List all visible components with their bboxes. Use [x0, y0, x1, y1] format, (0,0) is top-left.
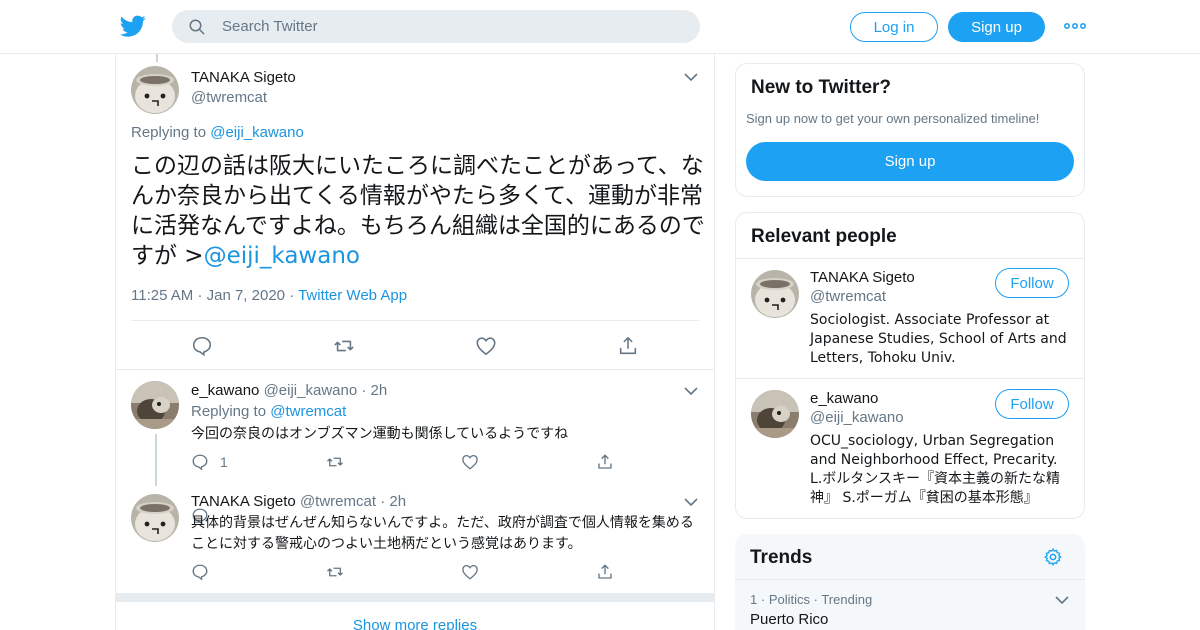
- author-name[interactable]: TANAKA Sigeto: [191, 493, 296, 510]
- avatar[interactable]: [751, 390, 799, 438]
- tweet-date[interactable]: Jan 7, 2020: [207, 287, 285, 304]
- twitter-bird-logo-icon[interactable]: [120, 13, 146, 39]
- meta-separator: ·: [361, 382, 367, 399]
- like-icon[interactable]: [461, 563, 479, 581]
- new-to-twitter-card: New to Twitter? Sign up now to get your …: [735, 63, 1085, 197]
- search-icon: [189, 19, 205, 35]
- chevron-down-icon[interactable]: [684, 386, 698, 396]
- trend-category: Politics: [768, 592, 810, 607]
- signup-button[interactable]: Sign up: [746, 142, 1074, 181]
- replying-to-line: Replying to @twremcat: [191, 403, 346, 420]
- reply-author-line: e_kawano @eiji_kawano · 2h: [191, 382, 387, 399]
- retweet-icon[interactable]: [326, 563, 344, 581]
- show-more-replies-link[interactable]: Show more replies: [116, 617, 714, 630]
- person-bio: OCU_sociology, Urban Segregation and Nei…: [810, 433, 1060, 506]
- avatar[interactable]: [131, 494, 179, 542]
- divider: [131, 320, 699, 321]
- meta-separator: ·: [289, 287, 299, 304]
- avatar[interactable]: [131, 381, 179, 429]
- trend-label: Trending: [821, 592, 873, 607]
- tweet-source[interactable]: Twitter Web App: [298, 287, 407, 304]
- replying-to-link[interactable]: @eiji_kawano: [210, 124, 304, 141]
- person-handle[interactable]: @twremcat: [810, 288, 886, 305]
- tweet-text: 具体的背景はぜんぜん知らないんですよ。ただ、政府が調査で個人情報を集めることに対…: [191, 515, 694, 552]
- like-icon[interactable]: [475, 335, 497, 357]
- tweet-text: この辺の話は阪大にいたころに調べたことがあって、なんか奈良から出てくる情報がやた…: [131, 151, 706, 271]
- person-name[interactable]: TANAKA Sigeto: [810, 269, 915, 286]
- trend-item[interactable]: 1 · Politics · Trending Puerto Rico: [735, 580, 1085, 630]
- card-title: Relevant people: [751, 226, 897, 247]
- chevron-down-icon[interactable]: [1055, 595, 1069, 605]
- trend-name[interactable]: Puerto Rico: [750, 611, 828, 628]
- reply-icon[interactable]: [191, 563, 209, 581]
- section-divider: [116, 593, 714, 602]
- tweet-timestamp: 11:25 AM · Jan 7, 2020 · Twitter Web App: [131, 287, 407, 304]
- divider: [736, 378, 1084, 379]
- avatar[interactable]: [131, 66, 179, 114]
- meta-separator: ·: [760, 592, 769, 607]
- retweet-icon[interactable]: [326, 453, 344, 471]
- top-navigation-bar: Log in Sign up: [0, 0, 1200, 54]
- trends-card: Trends 1 · Politics · Trending Puerto Ri…: [735, 534, 1085, 630]
- replying-to-label: Replying to: [131, 124, 207, 141]
- chevron-down-icon[interactable]: [684, 497, 698, 507]
- person-name[interactable]: e_kawano: [810, 390, 878, 407]
- author-name[interactable]: TANAKA Sigeto: [191, 69, 296, 86]
- card-title: New to Twitter?: [751, 77, 892, 98]
- tweet-text: 今回の奈良のはオンブズマン運動も関係しているようですね: [191, 426, 569, 442]
- person-handle[interactable]: @eiji_kawano: [810, 409, 904, 426]
- tweet-mention-link[interactable]: @eiji_kawano: [204, 243, 360, 269]
- trend-meta: 1 · Politics · Trending: [750, 592, 872, 607]
- tweet-age[interactable]: 2h: [389, 493, 406, 510]
- avatar[interactable]: [751, 270, 799, 318]
- share-icon[interactable]: [617, 335, 639, 357]
- search-input[interactable]: [222, 10, 682, 43]
- replying-to-line: Replying to @eiji_kawano: [131, 124, 304, 141]
- thread-connector-line: [155, 434, 157, 486]
- meta-separator: ·: [380, 493, 386, 510]
- card-subtitle: Sign up now to get your own personalized…: [746, 111, 1040, 126]
- trend-rank: 1: [750, 592, 758, 607]
- login-button[interactable]: Log in: [850, 12, 938, 42]
- reply-icon[interactable]: [191, 453, 209, 471]
- search-bar[interactable]: [172, 10, 700, 43]
- meta-separator: ·: [197, 287, 207, 304]
- share-icon[interactable]: [596, 453, 614, 471]
- relevant-people-card: Relevant people TANAKA Sigeto @twremcat …: [735, 212, 1085, 519]
- author-handle[interactable]: @twremcat: [300, 493, 376, 510]
- follow-button[interactable]: Follow: [995, 389, 1069, 419]
- like-icon[interactable]: [461, 453, 479, 471]
- trends-header: Trends: [735, 534, 1085, 580]
- retweet-icon[interactable]: [333, 335, 355, 357]
- replying-to-link[interactable]: @twremcat: [270, 403, 346, 420]
- author-name[interactable]: e_kawano: [191, 382, 259, 399]
- reply-author-line: TANAKA Sigeto @twremcat · 2h: [191, 493, 406, 510]
- card-title: Trends: [750, 547, 813, 568]
- gear-icon[interactable]: [1043, 547, 1063, 567]
- share-icon[interactable]: [596, 563, 614, 581]
- reply-icon[interactable]: [191, 335, 213, 357]
- divider: [736, 258, 1084, 259]
- focused-tweet[interactable]: TANAKA Sigeto @twremcat Replying to @eij…: [116, 54, 714, 370]
- reply-count: 1: [220, 454, 228, 470]
- person-bio: Sociologist. Associate Professor at Japa…: [810, 312, 1067, 366]
- signup-button[interactable]: Sign up: [948, 12, 1045, 42]
- replying-to-label: Replying to: [191, 403, 267, 420]
- tweet-time[interactable]: 11:25 AM: [131, 287, 193, 304]
- more-options-icon[interactable]: [1064, 18, 1086, 34]
- chevron-down-icon[interactable]: [684, 72, 698, 82]
- follow-button[interactable]: Follow: [995, 268, 1069, 298]
- tweet-thread-column: TANAKA Sigeto @twremcat Replying to @eij…: [115, 54, 715, 630]
- author-handle[interactable]: @twremcat: [191, 89, 267, 106]
- tweet-age[interactable]: 2h: [371, 382, 388, 399]
- author-handle[interactable]: @eiji_kawano: [264, 382, 358, 399]
